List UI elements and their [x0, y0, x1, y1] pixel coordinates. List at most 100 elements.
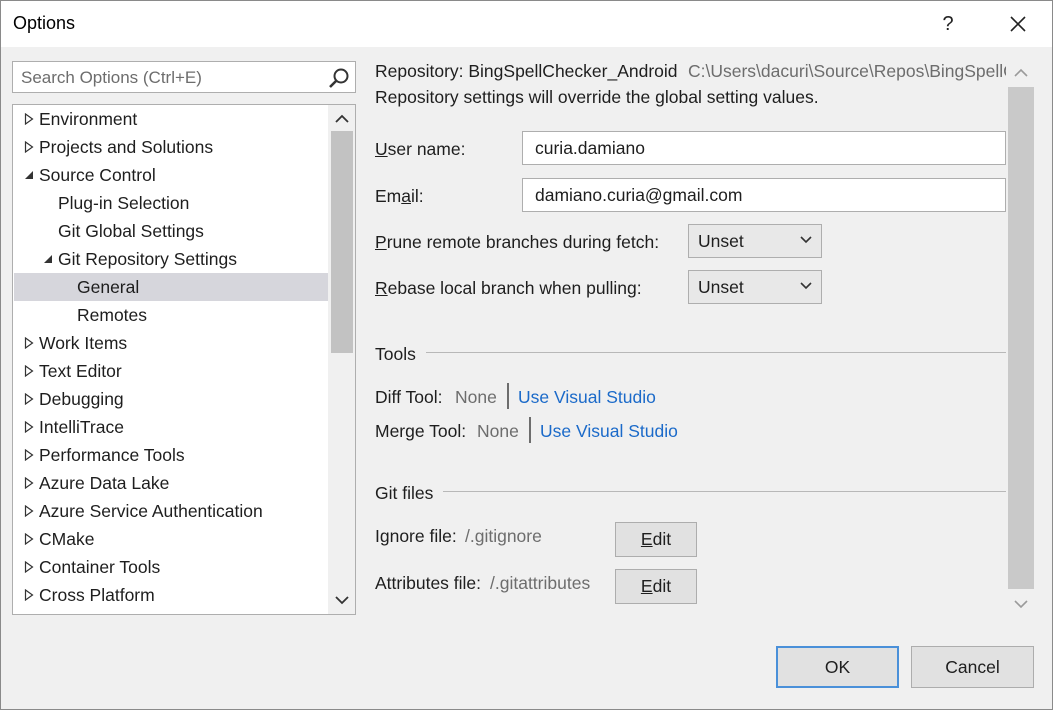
merge-use-visual-studio-link[interactable]: Use Visual Studio — [540, 421, 678, 442]
ignore-file-value: /.gitignore — [465, 526, 542, 546]
tree-item[interactable]: Debugging — [14, 385, 329, 413]
chevron-up-icon — [1014, 68, 1028, 77]
tree-item[interactable]: Git Global Settings — [14, 217, 329, 245]
collapsed-triangle-icon[interactable] — [22, 105, 36, 133]
search-options-input[interactable]: Search Options (Ctrl+E) — [12, 61, 356, 93]
scroll-down-button[interactable] — [328, 588, 355, 612]
tree-item-label: Cross Platform — [39, 585, 155, 605]
edit-attributes-button[interactable]: Edit — [615, 569, 697, 604]
help-button[interactable]: ? — [925, 1, 971, 47]
close-button[interactable] — [995, 1, 1041, 47]
merge-tool-label: Merge Tool: — [375, 421, 467, 441]
diff-use-visual-studio-link[interactable]: Use Visual Studio — [518, 387, 656, 408]
options-dialog: Options ? Search Options (Ctrl+E) Enviro… — [0, 0, 1053, 710]
rebase-value: Unset — [698, 277, 744, 297]
chevron-down-icon — [1014, 600, 1028, 609]
collapsed-triangle-icon[interactable] — [22, 357, 36, 385]
scroll-up-button[interactable] — [328, 107, 355, 131]
tree-item-label: Source Control — [39, 165, 156, 185]
tree-item-label: Git Global Settings — [58, 221, 204, 241]
tree-scrollbar[interactable] — [328, 105, 355, 614]
settings-scroll-down[interactable] — [1014, 596, 1028, 614]
tree-item-label: IntelliTrace — [39, 417, 124, 437]
git-files-divider — [443, 491, 1006, 492]
tools-divider — [426, 352, 1006, 353]
tree-item-label: Performance Tools — [39, 445, 185, 465]
tree-item-label: Remotes — [77, 305, 148, 325]
title-bar: Options ? — [1, 1, 1052, 47]
tree-item[interactable]: Text Editor — [14, 357, 329, 385]
tree-item[interactable]: Performance Tools — [14, 441, 329, 469]
tools-heading: Tools — [375, 344, 416, 364]
search-icon — [329, 68, 349, 88]
collapsed-triangle-icon[interactable] — [22, 525, 36, 553]
tree-item[interactable]: Cross Platform — [14, 581, 329, 609]
tree-item-label: CMake — [39, 529, 95, 549]
tree-item[interactable]: Environment — [14, 105, 329, 133]
repository-label: Repository: BingSpellChecker_Android — [375, 61, 678, 81]
tree-item-label: Git Repository Settings — [58, 249, 237, 269]
window-title: Options — [13, 13, 76, 33]
tree-item[interactable]: IntelliTrace — [14, 413, 329, 441]
rebase-label: Rebase local branch when pulling: — [375, 278, 642, 298]
collapsed-triangle-icon[interactable] — [22, 553, 36, 581]
tree-item[interactable]: Source Control — [14, 161, 329, 189]
tree-item-label: Text Editor — [39, 361, 122, 381]
collapsed-triangle-icon[interactable] — [22, 133, 36, 161]
tree-item-label: General — [77, 277, 140, 297]
tree-item[interactable]: Container Tools — [14, 553, 329, 581]
collapsed-triangle-icon[interactable] — [22, 385, 36, 413]
expanded-triangle-icon[interactable] — [41, 245, 55, 273]
tree-item-label: Azure Service Authentication — [39, 501, 263, 521]
edit-ignore-button[interactable]: Edit — [615, 522, 697, 557]
settings-scroll-up[interactable] — [1014, 65, 1028, 83]
diff-tool-label: Diff Tool: — [375, 387, 443, 407]
tree-item-label: Debugging — [39, 389, 124, 409]
expanded-triangle-icon[interactable] — [22, 161, 36, 189]
chevron-down-icon — [334, 596, 349, 605]
tree-item-label: Environment — [39, 109, 138, 129]
merge-tool-separator — [529, 417, 531, 443]
tree-item[interactable]: Work Items — [14, 329, 329, 357]
chevron-down-icon — [800, 236, 812, 244]
cancel-button[interactable]: Cancel — [911, 646, 1034, 688]
repository-path: C:\Users\dacuri\Source\Repos\BingSpellC — [688, 61, 1006, 81]
tree-item[interactable]: Azure Data Lake — [14, 469, 329, 497]
prune-label: Prune remote branches during fetch: — [375, 232, 660, 252]
email-field[interactable]: damiano.curia@gmail.com — [522, 178, 1006, 212]
collapsed-triangle-icon[interactable] — [22, 469, 36, 497]
attributes-file-value: /.gitattributes — [490, 573, 591, 593]
username-field[interactable]: curia.damiano — [522, 131, 1006, 165]
diff-tool-value: None — [455, 387, 497, 407]
tree-item[interactable]: Remotes — [14, 301, 329, 329]
prune-dropdown[interactable]: Unset — [688, 224, 822, 258]
diff-tool-separator — [507, 383, 509, 409]
collapsed-triangle-icon[interactable] — [22, 413, 36, 441]
tree-item[interactable]: Plug-in Selection — [14, 189, 329, 217]
ok-button[interactable]: OK — [776, 646, 899, 688]
repository-note: Repository settings will override the gl… — [375, 87, 819, 107]
tree-item-label: Container Tools — [39, 557, 161, 577]
attributes-file-label: Attributes file: — [375, 573, 482, 593]
search-placeholder: Search Options (Ctrl+E) — [21, 68, 202, 87]
collapsed-triangle-icon[interactable] — [22, 329, 36, 357]
collapsed-triangle-icon[interactable] — [22, 441, 36, 469]
git-files-heading: Git files — [375, 483, 434, 503]
email-label: Email: — [375, 186, 424, 206]
collapsed-triangle-icon[interactable] — [22, 581, 36, 609]
tree-item[interactable]: Projects and Solutions — [14, 133, 329, 161]
chevron-down-icon — [800, 282, 812, 290]
tree-item[interactable]: Git Repository Settings — [14, 245, 329, 273]
settings-scroll-thumb[interactable] — [1008, 87, 1034, 589]
tree-item-label: Work Items — [39, 333, 128, 353]
options-tree: Environment Projects and Solutions Source … — [12, 104, 356, 615]
collapsed-triangle-icon[interactable] — [22, 497, 36, 525]
tree-item[interactable]: Azure Service Authentication — [14, 497, 329, 525]
settings-scrollbar[interactable] — [1008, 59, 1034, 615]
username-label: User name: — [375, 139, 466, 159]
tree-item[interactable]: General — [14, 273, 329, 301]
tree-item[interactable]: CMake — [14, 525, 329, 553]
tree-item-label: Plug-in Selection — [58, 193, 190, 213]
tree-scroll-thumb[interactable] — [331, 131, 353, 353]
rebase-dropdown[interactable]: Unset — [688, 270, 822, 304]
